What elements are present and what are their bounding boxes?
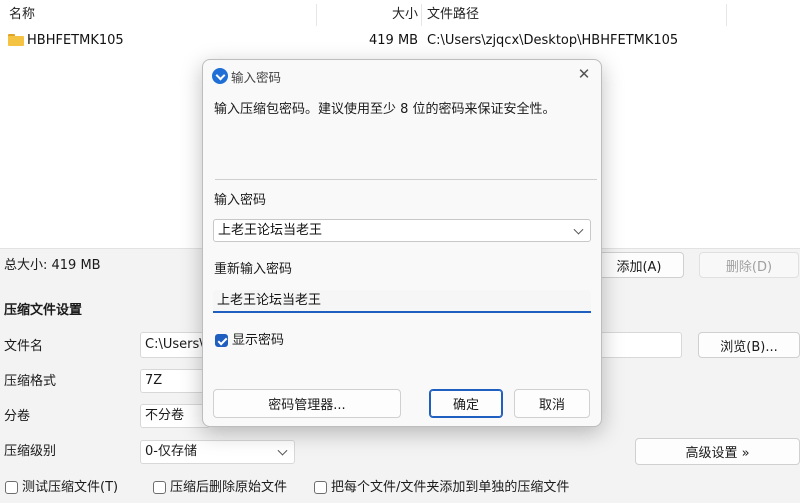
close-icon[interactable]: ✕ <box>576 66 592 82</box>
filename-label: 文件名 <box>4 339 44 354</box>
show-password-checkbox[interactable] <box>215 334 228 347</box>
section-title: 压缩文件设置 <box>4 303 83 318</box>
level-label: 压缩级别 <box>4 444 57 459</box>
total-size-label: 总大小: 419 MB <box>4 258 101 273</box>
browse-button[interactable]: 浏览(B)... <box>698 332 800 358</box>
separate-archives-checkbox[interactable] <box>314 481 327 494</box>
delete-button[interactable]: 删除(D) <box>699 252 799 278</box>
split-label: 分卷 <box>4 409 31 424</box>
split-value: 不分卷 <box>145 408 185 423</box>
column-header-size[interactable]: 大小 <box>392 0 418 30</box>
separate-archives-label[interactable]: 把每个文件/文件夹添加到单独的压缩文件 <box>331 478 569 498</box>
row-size: 419 MB <box>369 33 419 48</box>
password-dialog[interactable]: 输入密码 ✕ 输入压缩包密码。建议使用至少 8 位的密码来保证安全性。 输入密码… <box>202 59 602 427</box>
password-label: 输入密码 <box>214 193 267 208</box>
folder-icon <box>8 34 24 46</box>
level-value: 0-仅存储 <box>145 444 197 459</box>
test-archive-checkbox[interactable] <box>5 481 18 494</box>
show-password-label[interactable]: 显示密码 <box>232 331 284 351</box>
reenter-password-value: 上老王论坛当老王 <box>217 293 322 308</box>
advanced-settings-button[interactable]: 高级设置 » <box>635 438 800 465</box>
ok-button[interactable]: 确定 <box>429 389 503 418</box>
app-logo-icon <box>212 68 228 84</box>
password-value: 上老王论坛当老王 <box>218 223 323 238</box>
add-button[interactable]: 添加(A) <box>594 252 684 278</box>
test-archive-label[interactable]: 测试压缩文件(T) <box>22 478 118 498</box>
chevron-down-icon[interactable] <box>573 224 584 235</box>
row-name: HBHFETMK105 <box>27 33 124 48</box>
column-separator[interactable] <box>726 4 727 26</box>
dialog-title: 输入密码 <box>231 70 282 85</box>
delete-after-label[interactable]: 压缩后删除原始文件 <box>170 478 287 498</box>
row-path: C:\Users\zjqcx\Desktop\HBHFETMK105 <box>427 33 679 48</box>
delete-after-checkbox[interactable] <box>153 481 166 494</box>
column-separator[interactable] <box>421 4 422 26</box>
chevron-down-icon <box>277 445 288 456</box>
cancel-button[interactable]: 取消 <box>514 389 590 418</box>
password-manager-button[interactable]: 密码管理器... <box>213 389 401 418</box>
format-value: 7Z <box>145 373 163 388</box>
column-header-name[interactable]: 名称 <box>9 0 35 30</box>
dialog-description: 输入压缩包密码。建议使用至少 8 位的密码来保证安全性。 <box>214 102 556 117</box>
split-select[interactable]: 不分卷 <box>140 404 210 428</box>
dialog-divider <box>215 179 597 180</box>
format-label: 压缩格式 <box>4 374 57 389</box>
password-input[interactable]: 上老王论坛当老王 <box>213 219 591 242</box>
reenter-password-label: 重新输入密码 <box>214 262 293 277</box>
level-select[interactable]: 0-仅存储 <box>140 440 295 464</box>
format-select[interactable]: 7Z <box>140 369 210 393</box>
column-header-path[interactable]: 文件路径 <box>427 0 479 30</box>
reenter-password-input[interactable]: 上老王论坛当老王 <box>213 290 591 313</box>
column-separator[interactable] <box>316 4 317 26</box>
